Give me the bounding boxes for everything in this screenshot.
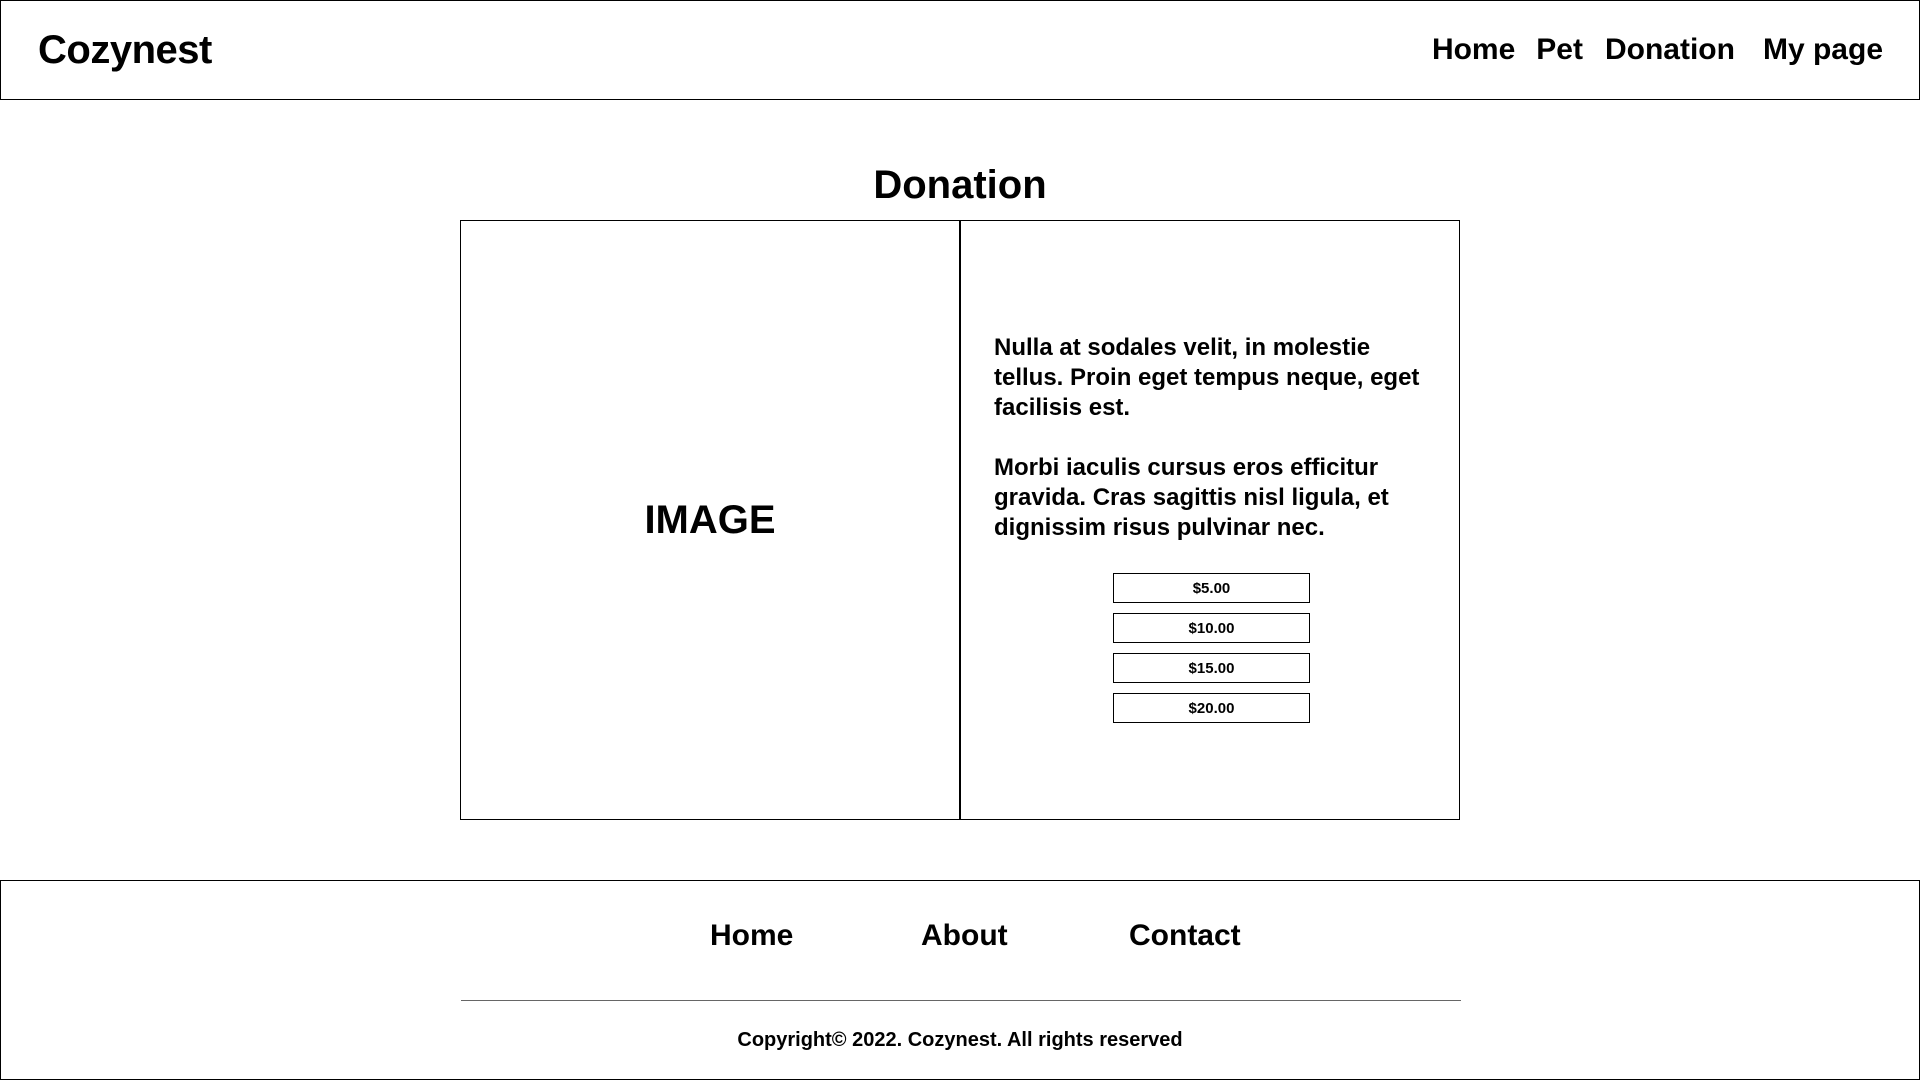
footer-about-link[interactable]: About: [921, 919, 1008, 953]
amount-15-button[interactable]: $15.00: [1113, 653, 1310, 683]
main-nav: Home Pet Donation My page: [1432, 33, 1883, 67]
page-title: Donation: [873, 163, 1047, 207]
amount-5-button[interactable]: $5.00: [1113, 573, 1310, 603]
nav-my-page-link[interactable]: My page: [1763, 33, 1883, 67]
description-paragraph-1: Nulla at sodales velit, in molestie tell…: [994, 334, 1420, 421]
nav-pet-link[interactable]: Pet: [1536, 33, 1583, 67]
description-paragraph-2: Morbi iaculis cursus eros efficitur grav…: [994, 454, 1389, 541]
donation-card: IMAGE Nulla at sodales velit, in molesti…: [460, 220, 1460, 820]
image-placeholder: IMAGE: [461, 221, 961, 819]
site-header: Cozynest Home Pet Donation My page: [0, 0, 1920, 100]
footer-contact-link[interactable]: Contact: [1129, 919, 1241, 953]
footer-nav: Home About Contact: [1, 919, 1919, 959]
footer-home-link[interactable]: Home: [710, 919, 793, 953]
brand-logo[interactable]: Cozynest: [38, 28, 212, 73]
amount-20-button[interactable]: $20.00: [1113, 693, 1310, 723]
nav-donation-link[interactable]: Donation: [1605, 33, 1735, 67]
site-footer: Home About Contact Copyright© 2022. Cozy…: [0, 880, 1920, 1080]
nav-home-link[interactable]: Home: [1432, 33, 1515, 67]
copyright-text: Copyright© 2022. Cozynest. All rights re…: [737, 1029, 1183, 1051]
amount-options: $5.00 $10.00 $15.00 $20.00: [994, 573, 1429, 723]
donation-details: Nulla at sodales velit, in molestie tell…: [961, 221, 1459, 819]
footer-divider: [461, 1000, 1461, 1001]
amount-10-button[interactable]: $10.00: [1113, 613, 1310, 643]
